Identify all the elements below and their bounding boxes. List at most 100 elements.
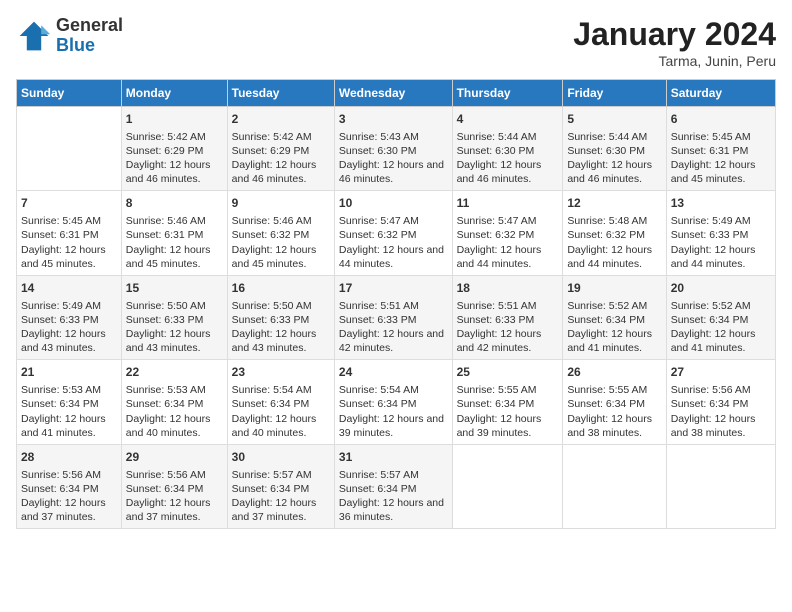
calendar-cell (452, 444, 563, 528)
day-number: 3 (339, 111, 448, 128)
day-info: Sunrise: 5:54 AMSunset: 6:34 PMDaylight:… (232, 383, 330, 440)
calendar-cell: 14 Sunrise: 5:49 AMSunset: 6:33 PMDayligh… (17, 275, 122, 359)
calendar-cell: 17Sunrise: 5:51 AMSunset: 6:33 PMDayligh… (334, 275, 452, 359)
day-number: 25 (457, 364, 559, 381)
calendar-cell: 19Sunrise: 5:52 AMSunset: 6:34 PMDayligh… (563, 275, 666, 359)
day-number: 5 (567, 111, 661, 128)
page-header: General Blue January 2024 Tarma, Junin, … (16, 16, 776, 69)
day-number: 9 (232, 195, 330, 212)
day-number: 11 (457, 195, 559, 212)
calendar-row: 14 Sunrise: 5:49 AMSunset: 6:33 PMDayligh… (17, 275, 776, 359)
day-number: 30 (232, 449, 330, 466)
day-number: 12 (567, 195, 661, 212)
calendar-cell: 12 Sunrise: 5:48 AMSunset: 6:32 PMDayligh… (563, 191, 666, 275)
calendar-cell: 7 Sunrise: 5:45 AMSunset: 6:31 PMDaylight… (17, 191, 122, 275)
day-number: 7 (21, 195, 117, 212)
day-info: Sunrise: 5:51 AMSunset: 6:33 PMDaylight:… (457, 299, 559, 356)
day-number: 17 (339, 280, 448, 297)
day-info: Sunrise: 5:55 AMSunset: 6:34 PMDaylight:… (567, 383, 661, 440)
day-number: 19 (567, 280, 661, 297)
day-number: 14 (21, 280, 117, 297)
day-info: Sunrise: 5:56 AMSunset: 6:34 PMDaylight:… (21, 468, 117, 525)
day-info: Sunrise: 5:44 AMSunset: 6:30 PMDaylight:… (567, 130, 661, 187)
page-subtitle: Tarma, Junin, Peru (573, 53, 776, 69)
day-number: 4 (457, 111, 559, 128)
day-info: Sunrise: 5:46 AMSunset: 6:31 PMDaylight:… (126, 214, 223, 271)
day-number: 31 (339, 449, 448, 466)
day-info: Sunrise: 5:44 AMSunset: 6:30 PMDaylight:… (457, 130, 559, 187)
calendar-cell (17, 107, 122, 191)
day-info: Sunrise: 5:55 AMSunset: 6:34 PMDaylight:… (457, 383, 559, 440)
calendar-cell: 31Sunrise: 5:57 AMSunset: 6:34 PMDayligh… (334, 444, 452, 528)
calendar-cell: 9Sunrise: 5:46 AMSunset: 6:32 PMDaylight… (227, 191, 334, 275)
day-number: 10 (339, 195, 448, 212)
header-row: SundayMondayTuesdayWednesdayThursdayFrid… (17, 80, 776, 107)
day-number: 20 (671, 280, 771, 297)
calendar-row: 1 Sunrise: 5:42 AMSunset: 6:29 PMDaylight… (17, 107, 776, 191)
day-info: Sunrise: 5:47 AMSunset: 6:32 PMDaylight:… (457, 214, 559, 271)
day-info: Sunrise: 5:50 AMSunset: 6:33 PMDaylight:… (126, 299, 223, 356)
logo-general-text: General (56, 16, 123, 36)
logo-text: General Blue (56, 16, 123, 56)
calendar-cell: 22 Sunrise: 5:53 AMSunset: 6:34 PMDayligh… (121, 360, 227, 444)
page-title: January 2024 (573, 16, 776, 53)
calendar-cell: 25 Sunrise: 5:55 AMSunset: 6:34 PMDayligh… (452, 360, 563, 444)
day-number: 15 (126, 280, 223, 297)
day-info: Sunrise: 5:53 AMSunset: 6:34 PMDaylight:… (126, 383, 223, 440)
calendar-cell: 15 Sunrise: 5:50 AMSunset: 6:33 PMDayligh… (121, 275, 227, 359)
calendar-cell: 18 Sunrise: 5:51 AMSunset: 6:33 PMDayligh… (452, 275, 563, 359)
day-info: Sunrise: 5:49 AMSunset: 6:33 PMDaylight:… (671, 214, 771, 271)
day-number: 18 (457, 280, 559, 297)
day-number: 13 (671, 195, 771, 212)
calendar-cell: 11 Sunrise: 5:47 AMSunset: 6:32 PMDayligh… (452, 191, 563, 275)
day-number: 22 (126, 364, 223, 381)
day-info: Sunrise: 5:53 AMSunset: 6:34 PMDaylight:… (21, 383, 117, 440)
day-number: 8 (126, 195, 223, 212)
day-info: Sunrise: 5:56 AMSunset: 6:34 PMDaylight:… (126, 468, 223, 525)
day-info: Sunrise: 5:42 AMSunset: 6:29 PMDaylight:… (126, 130, 223, 187)
day-number: 29 (126, 449, 223, 466)
day-info: Sunrise: 5:42 AMSunset: 6:29 PMDaylight:… (232, 130, 330, 187)
calendar-cell: 26 Sunrise: 5:55 AMSunset: 6:34 PMDayligh… (563, 360, 666, 444)
day-number: 26 (567, 364, 661, 381)
day-info: Sunrise: 5:48 AMSunset: 6:32 PMDaylight:… (567, 214, 661, 271)
day-info: Sunrise: 5:49 AMSunset: 6:33 PMDaylight:… (21, 299, 117, 356)
day-number: 6 (671, 111, 771, 128)
calendar-cell: 30 Sunrise: 5:57 AMSunset: 6:34 PMDayligh… (227, 444, 334, 528)
calendar-cell: 27Sunrise: 5:56 AMSunset: 6:34 PMDayligh… (666, 360, 775, 444)
header-sunday: Sunday (17, 80, 122, 107)
day-number: 16 (232, 280, 330, 297)
day-number: 28 (21, 449, 117, 466)
calendar-cell: 2Sunrise: 5:42 AMSunset: 6:29 PMDaylight… (227, 107, 334, 191)
calendar-cell: 13 Sunrise: 5:49 AMSunset: 6:33 PMDayligh… (666, 191, 775, 275)
day-info: Sunrise: 5:50 AMSunset: 6:33 PMDaylight:… (232, 299, 330, 356)
day-info: Sunrise: 5:45 AMSunset: 6:31 PMDaylight:… (671, 130, 771, 187)
calendar-row: 28 Sunrise: 5:56 AMSunset: 6:34 PMDayligh… (17, 444, 776, 528)
calendar-cell: 28 Sunrise: 5:56 AMSunset: 6:34 PMDayligh… (17, 444, 122, 528)
logo: General Blue (16, 16, 123, 56)
calendar-cell: 21 Sunrise: 5:53 AMSunset: 6:34 PMDayligh… (17, 360, 122, 444)
day-number: 23 (232, 364, 330, 381)
calendar-cell: 10 Sunrise: 5:47 AMSunset: 6:32 PMDayligh… (334, 191, 452, 275)
day-number: 1 (126, 111, 223, 128)
header-thursday: Thursday (452, 80, 563, 107)
day-number: 21 (21, 364, 117, 381)
calendar-cell: 20Sunrise: 5:52 AMSunset: 6:34 PMDayligh… (666, 275, 775, 359)
calendar-cell: 6 Sunrise: 5:45 AMSunset: 6:31 PMDaylight… (666, 107, 775, 191)
day-number: 24 (339, 364, 448, 381)
day-info: Sunrise: 5:47 AMSunset: 6:32 PMDaylight:… (339, 214, 448, 271)
day-info: Sunrise: 5:57 AMSunset: 6:34 PMDaylight:… (232, 468, 330, 525)
calendar-header: SundayMondayTuesdayWednesdayThursdayFrid… (17, 80, 776, 107)
day-number: 27 (671, 364, 771, 381)
calendar-cell: 8 Sunrise: 5:46 AMSunset: 6:31 PMDaylight… (121, 191, 227, 275)
calendar-cell: 23 Sunrise: 5:54 AMSunset: 6:34 PMDayligh… (227, 360, 334, 444)
day-info: Sunrise: 5:45 AMSunset: 6:31 PMDaylight:… (21, 214, 117, 271)
calendar-cell: 1 Sunrise: 5:42 AMSunset: 6:29 PMDaylight… (121, 107, 227, 191)
title-block: January 2024 Tarma, Junin, Peru (573, 16, 776, 69)
calendar-cell: 16 Sunrise: 5:50 AMSunset: 6:33 PMDayligh… (227, 275, 334, 359)
day-info: Sunrise: 5:54 AMSunset: 6:34 PMDaylight:… (339, 383, 448, 440)
calendar-table: SundayMondayTuesdayWednesdayThursdayFrid… (16, 79, 776, 529)
calendar-cell: 29 Sunrise: 5:56 AMSunset: 6:34 PMDayligh… (121, 444, 227, 528)
header-saturday: Saturday (666, 80, 775, 107)
calendar-row: 7 Sunrise: 5:45 AMSunset: 6:31 PMDaylight… (17, 191, 776, 275)
